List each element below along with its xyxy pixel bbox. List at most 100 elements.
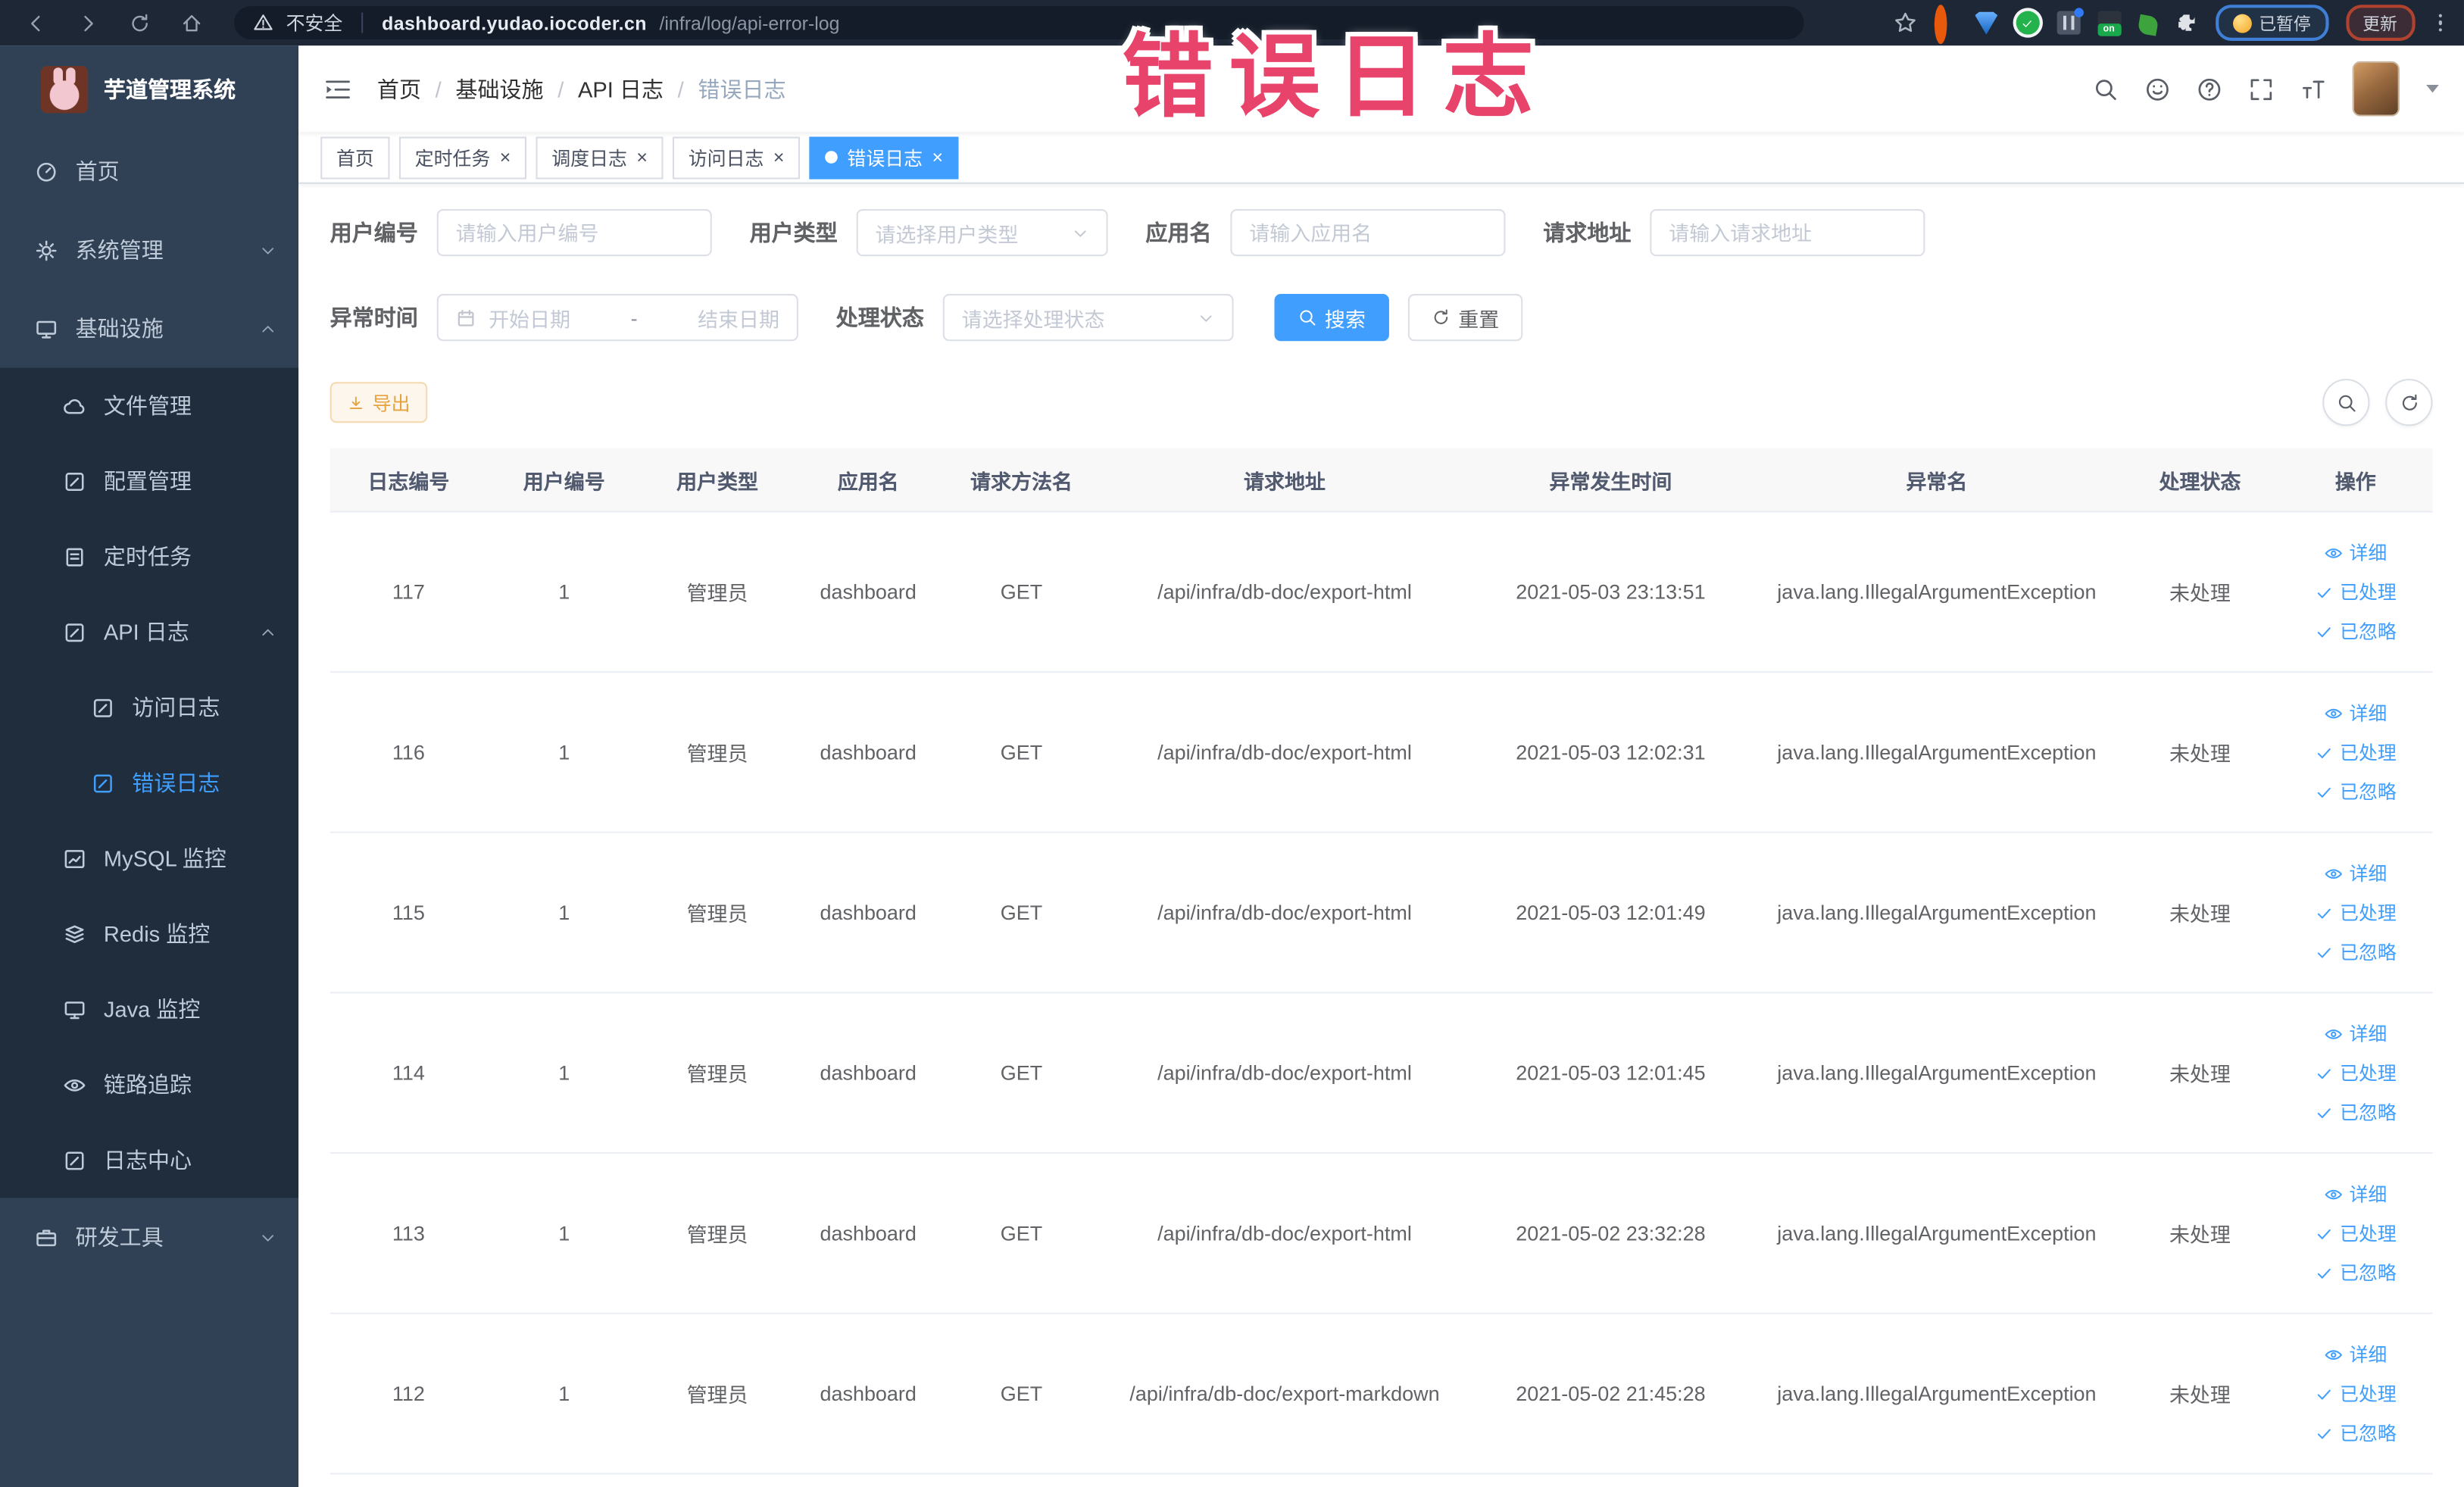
browser-menu-icon[interactable] — [2431, 14, 2448, 33]
check-icon — [2315, 1064, 2334, 1082]
cell-status: 未处理 — [2169, 1223, 2231, 1247]
cell-status: 未处理 — [2169, 1062, 2231, 1086]
gear-icon — [35, 238, 58, 261]
sidebar-item-infrastructure[interactable]: 基础设施 — [0, 289, 298, 368]
ignored-link[interactable]: 已忽略 — [2315, 1098, 2397, 1125]
sidebar-item-dev-tools[interactable]: 研发工具 — [0, 1198, 298, 1276]
tab-close-icon[interactable]: × — [932, 148, 943, 167]
tab-error-log[interactable]: 错误日志 × — [809, 136, 959, 179]
tab-close-icon[interactable]: × — [636, 148, 648, 167]
edit-icon — [91, 771, 114, 795]
url-path: /infra/log/api-error-log — [659, 11, 840, 34]
request-url-input[interactable] — [1650, 208, 1925, 257]
ignored-link[interactable]: 已忽略 — [2315, 618, 2397, 645]
browser-home-icon[interactable] — [181, 12, 203, 34]
tab-close-icon[interactable]: × — [500, 148, 511, 167]
processed-link[interactable]: 已处理 — [2315, 899, 2397, 926]
sidebar-item-error-log[interactable]: 错误日志 — [0, 745, 298, 821]
browser-back-icon[interactable] — [25, 12, 47, 34]
cell-log-id: 116 — [392, 740, 425, 764]
eye-icon — [63, 1073, 86, 1096]
extension-icon-shield[interactable] — [1975, 11, 1998, 35]
breadcrumb-api-log[interactable]: API 日志 — [578, 73, 664, 105]
fullscreen-icon[interactable] — [2249, 77, 2274, 102]
tab-scheduled-tasks[interactable]: 定时任务 × — [398, 136, 527, 179]
detail-link[interactable]: 详细 — [2324, 1341, 2387, 1367]
processed-link[interactable]: 已处理 — [2315, 579, 2397, 605]
sidebar-item-file-mgmt[interactable]: 文件管理 — [0, 368, 298, 444]
ignored-link[interactable]: 已忽略 — [2315, 1420, 2397, 1446]
sidebar-item-access-log[interactable]: 访问日志 — [0, 670, 298, 745]
sidebar-collapse-icon[interactable] — [323, 77, 351, 102]
tab-close-icon[interactable]: × — [773, 148, 785, 167]
edit-icon — [63, 1148, 86, 1172]
extension-icon-orange[interactable] — [1933, 5, 1957, 45]
extension-icon-leaf[interactable] — [2136, 13, 2159, 36]
processed-link[interactable]: 已处理 — [2315, 1220, 2397, 1246]
cell-time: 2021-05-02 21:45:28 — [1516, 1382, 1706, 1406]
sidebar-item-log-center[interactable]: 日志中心 — [0, 1123, 298, 1198]
extension-icon-green-check[interactable] — [2015, 11, 2039, 35]
processed-link[interactable]: 已处理 — [2315, 739, 2397, 765]
sidebar-item-api-log[interactable]: API 日志 — [0, 594, 298, 670]
help-icon[interactable] — [2197, 77, 2222, 102]
refresh-table-button[interactable] — [2385, 379, 2433, 426]
extensions-puzzle-icon[interactable] — [2174, 11, 2197, 35]
detail-link[interactable]: 详细 — [2324, 1020, 2387, 1047]
eye-icon — [2324, 704, 2343, 723]
breadcrumb-infrastructure[interactable]: 基础设施 — [455, 73, 543, 105]
github-icon[interactable] — [2145, 77, 2170, 102]
user-type-select[interactable]: 请选择用户类型 — [856, 208, 1108, 257]
tab-access-log[interactable]: 访问日志 × — [673, 136, 801, 179]
cell-exception: java.lang.IllegalArgumentException — [1777, 1061, 2097, 1085]
request-url-label: 请求地址 — [1543, 220, 1632, 245]
browser-reload-icon[interactable] — [129, 12, 151, 34]
reset-button[interactable]: 重置 — [1407, 294, 1523, 342]
extension-icon-on-badge[interactable]: on — [2097, 11, 2121, 36]
search-button[interactable]: 搜索 — [1274, 294, 1389, 342]
download-icon — [347, 394, 364, 411]
sidebar-item-home[interactable]: 首页 — [0, 132, 298, 211]
cell-time: 2021-05-03 12:01:45 — [1516, 1061, 1706, 1085]
sidebar-item-trace[interactable]: 链路追踪 — [0, 1047, 298, 1123]
cell-time: 2021-05-03 23:13:51 — [1516, 579, 1706, 604]
sidebar-item-system-mgmt[interactable]: 系统管理 — [0, 211, 298, 289]
detail-link[interactable]: 详细 — [2324, 699, 2387, 726]
process-status-select[interactable]: 请选择处理状态 — [942, 294, 1234, 342]
export-button[interactable]: 导出 — [329, 382, 428, 423]
user-avatar[interactable] — [2352, 61, 2400, 117]
ignored-link[interactable]: 已忽略 — [2315, 778, 2397, 804]
search-icon[interactable] — [2093, 77, 2118, 102]
ignored-link[interactable]: 已忽略 — [2315, 939, 2397, 965]
processed-link[interactable]: 已处理 — [2315, 1380, 2397, 1407]
exception-time-range-picker[interactable]: 开始日期 - 结束日期 — [436, 294, 798, 342]
user-id-input[interactable] — [436, 208, 712, 257]
app-name-input[interactable] — [1230, 208, 1506, 257]
detail-link[interactable]: 详细 — [2324, 539, 2387, 566]
process-status-label: 处理状态 — [835, 305, 924, 330]
tab-dispatch-log[interactable]: 调度日志 × — [536, 136, 664, 179]
extension-icon-grid[interactable] — [2056, 8, 2083, 35]
bookmark-star-icon[interactable] — [1893, 11, 1916, 35]
sidebar-item-java-monitor[interactable]: Java 监控 — [0, 971, 298, 1047]
avatar-caret-down-icon[interactable] — [2426, 85, 2439, 93]
sidebar-item-config-mgmt[interactable]: 配置管理 — [0, 443, 298, 519]
sidebar-item-scheduled-tasks[interactable]: 定时任务 — [0, 519, 298, 595]
processed-link[interactable]: 已处理 — [2315, 1060, 2397, 1086]
sidebar-item-mysql-monitor[interactable]: MySQL 监控 — [0, 820, 298, 896]
font-size-icon[interactable] — [2300, 77, 2325, 102]
cell-log-id: 117 — [392, 579, 425, 604]
sidebar-logo[interactable]: 芋道管理系统 — [0, 45, 298, 132]
tab-home[interactable]: 首页 — [320, 136, 390, 179]
paused-extension-badge[interactable]: 已暂停 — [2215, 5, 2328, 41]
ignored-link[interactable]: 已忽略 — [2315, 1259, 2397, 1286]
browser-update-button[interactable]: 更新 — [2345, 5, 2415, 41]
browser-forward-icon[interactable] — [77, 12, 99, 34]
toggle-search-button[interactable] — [2322, 379, 2370, 426]
address-bar[interactable]: 不安全 dashboard.yudao.iocoder.cn/infra/log… — [234, 6, 1804, 39]
breadcrumb-home[interactable]: 首页 — [377, 73, 421, 105]
detail-link[interactable]: 详细 — [2324, 860, 2387, 886]
sidebar-item-redis-monitor[interactable]: Redis 监控 — [0, 896, 298, 972]
cell-user-type: 管理员 — [686, 1383, 748, 1407]
detail-link[interactable]: 详细 — [2324, 1180, 2387, 1207]
